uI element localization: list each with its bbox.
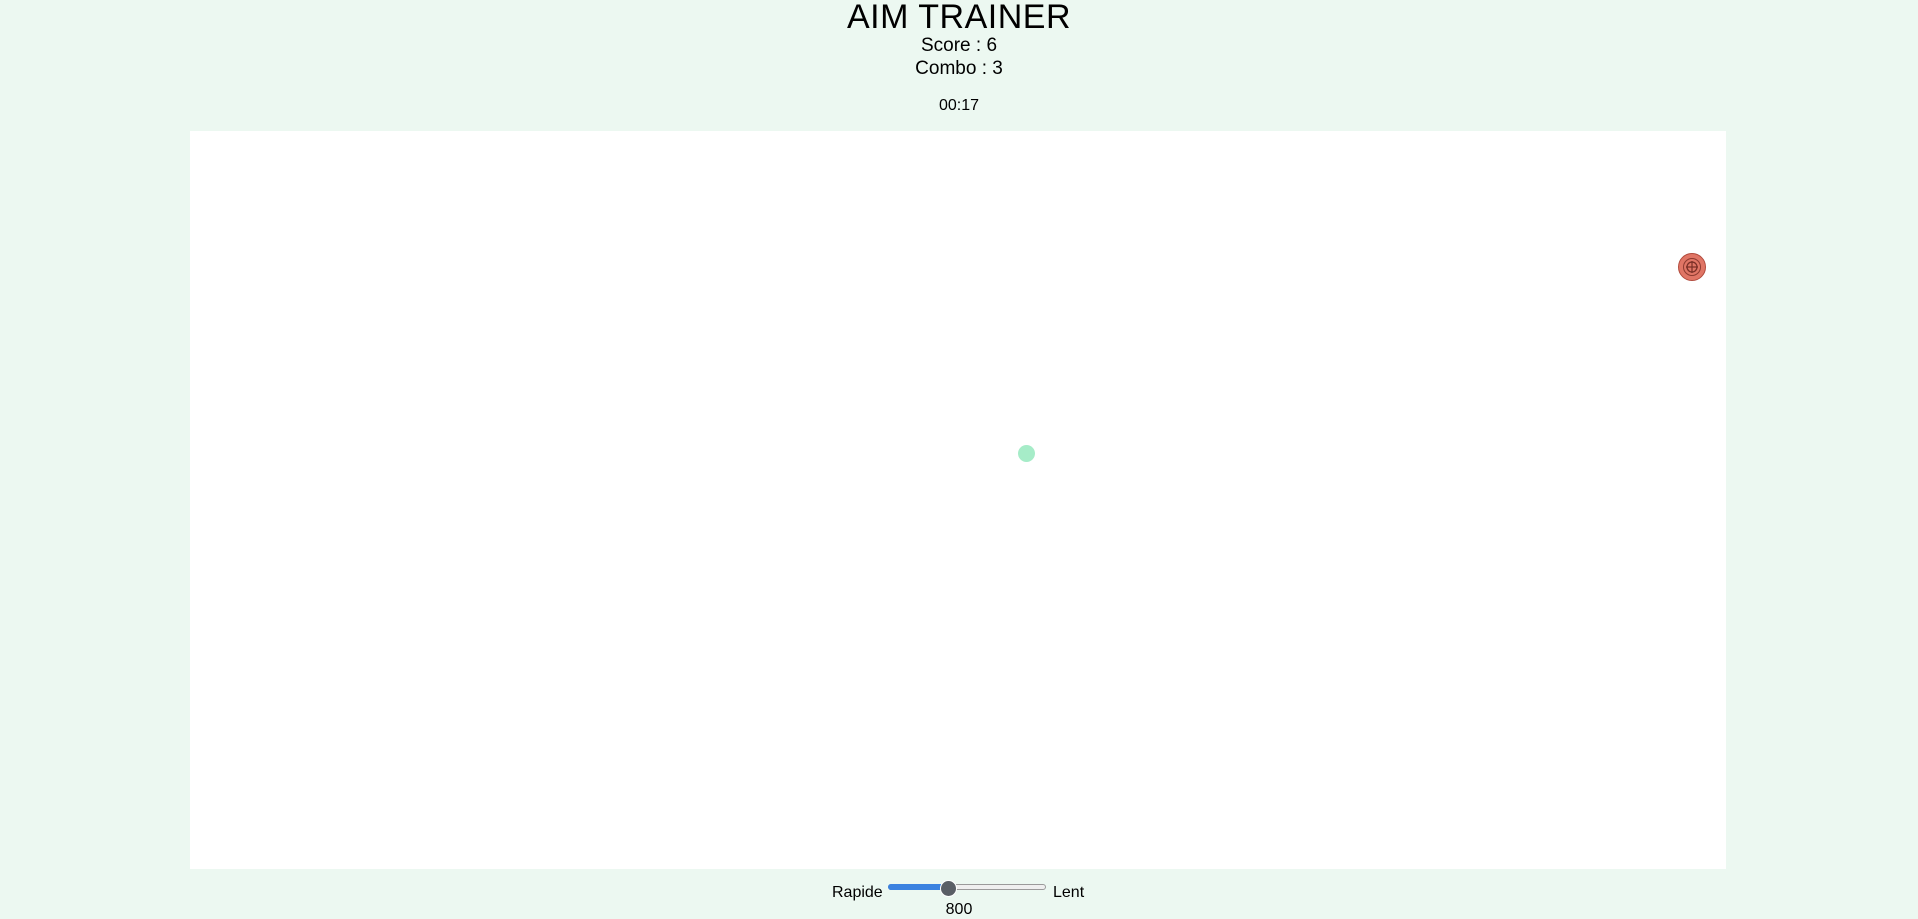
game-area[interactable] bbox=[190, 131, 1726, 869]
timer-display: 00:17 bbox=[938, 97, 980, 114]
previous-hit-marker bbox=[1018, 445, 1035, 462]
combo-display: Combo : 3 bbox=[915, 58, 1003, 79]
score-display: Score : 6 bbox=[920, 35, 998, 56]
speed-value: 800 bbox=[945, 901, 973, 918]
slow-label: Lent bbox=[1053, 884, 1085, 901]
slider-fill bbox=[888, 884, 948, 890]
speed-slider[interactable] bbox=[888, 880, 1046, 897]
page-title: AIM TRAINER bbox=[846, 0, 1071, 36]
slider-thumb[interactable] bbox=[940, 880, 957, 897]
fast-label: Rapide bbox=[832, 884, 883, 901]
speed-controls: Rapide Lent 800 bbox=[0, 875, 1918, 918]
target-button[interactable] bbox=[1678, 253, 1706, 281]
crosshair-target-icon bbox=[1686, 261, 1698, 273]
